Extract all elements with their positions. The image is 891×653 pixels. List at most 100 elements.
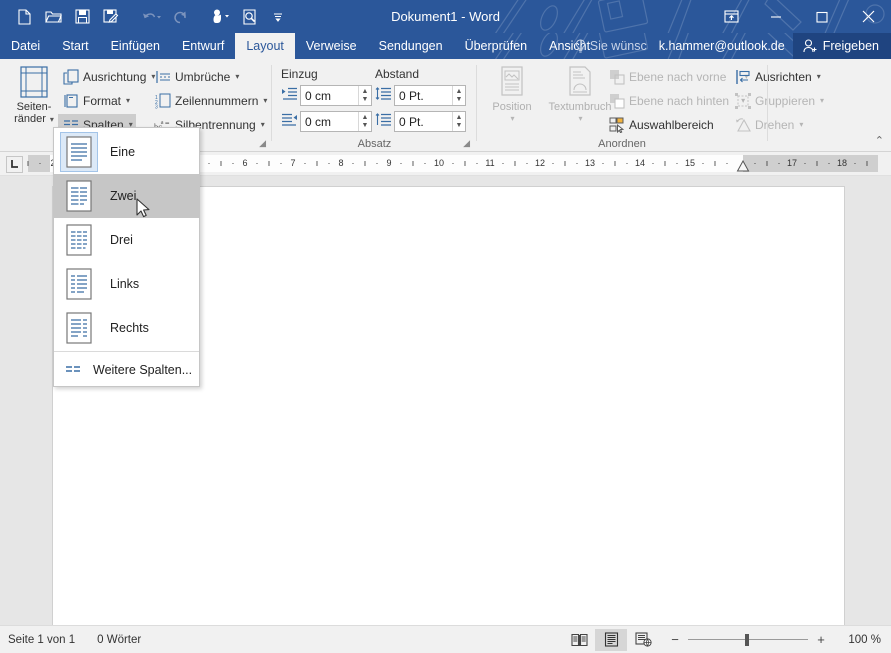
touch-mode-icon[interactable] xyxy=(206,4,234,30)
breaks-button[interactable]: Umbrüche ▾ xyxy=(150,66,243,87)
menu-item-drei[interactable]: Drei xyxy=(54,218,199,262)
columns-right-icon xyxy=(60,308,98,348)
chevron-down-icon: ▾ xyxy=(799,120,803,129)
columns-dropdown-menu[interactable]: Eine Zwei Drei Links Rechts xyxy=(53,127,200,387)
indent-right-icon xyxy=(281,113,298,130)
chevron-down-icon: ▾ xyxy=(126,96,130,105)
align-icon xyxy=(734,68,751,85)
tab-ueberpruefen[interactable]: Überprüfen xyxy=(454,33,539,59)
zoom-slider[interactable] xyxy=(688,634,808,646)
web-layout-view-button[interactable] xyxy=(627,629,659,651)
save-icon[interactable] xyxy=(68,4,96,30)
spacing-after-stepper[interactable]: ▲▼ xyxy=(452,112,465,131)
group-button[interactable]: Gruppieren ▾ xyxy=(730,90,828,111)
indent-left-icon xyxy=(281,87,298,104)
absatz-group-label: Absatz xyxy=(272,138,477,150)
spacing-after-icon xyxy=(375,113,392,130)
orientation-button[interactable]: Ausrichtung ▾ xyxy=(58,66,159,87)
chevron-down-icon: ▾ xyxy=(817,72,821,81)
indent-left-field[interactable]: 0 cm ▲▼ xyxy=(300,85,372,106)
window-controls[interactable] xyxy=(709,0,891,33)
more-columns-label: Weitere Spalten... xyxy=(93,363,192,377)
ribbon-tabs[interactable]: Datei Start Einfügen Entwurf Layout Verw… xyxy=(0,33,601,59)
menu-item-eine[interactable]: Eine xyxy=(54,130,199,174)
spacing-before-stepper[interactable]: ▲▼ xyxy=(452,86,465,105)
tell-me-box[interactable]: Sie wünsc xyxy=(575,39,651,53)
page-info-label[interactable]: Seite 1 von 1 xyxy=(8,634,75,646)
position-button[interactable]: Position ▾ xyxy=(484,64,540,136)
indent-left-stepper[interactable]: ▲▼ xyxy=(358,86,371,105)
indent-right-stepper[interactable]: ▲▼ xyxy=(358,112,371,131)
rotate-button[interactable]: Drehen ▾ xyxy=(730,114,807,135)
columns-three-icon xyxy=(60,220,98,260)
account-label[interactable]: k.hammer@outlook.de xyxy=(651,39,793,53)
menu-item-rechts[interactable]: Rechts xyxy=(54,306,199,350)
print-preview-icon[interactable] xyxy=(235,4,263,30)
share-button[interactable]: Freigeben xyxy=(793,33,891,59)
spacing-before-field[interactable]: 0 Pt. ▲▼ xyxy=(394,85,466,106)
share-label: Freigeben xyxy=(823,39,879,53)
menu-item-zwei[interactable]: Zwei xyxy=(54,174,199,218)
left-tab-stop-icon[interactable] xyxy=(6,156,23,173)
columns-left-icon xyxy=(60,264,98,304)
breaks-label: Umbrüche xyxy=(175,70,230,84)
open-folder-icon[interactable] xyxy=(39,4,67,30)
right-indent-marker-icon[interactable] xyxy=(736,160,750,172)
align-label: Ausrichten xyxy=(755,70,812,84)
menu-item-rechts-label: Rechts xyxy=(110,321,149,335)
send-backward-button[interactable]: Ebene nach hinten ▾ xyxy=(604,90,749,111)
selection-pane-button[interactable]: Auswahlbereich xyxy=(604,114,718,135)
line-numbers-button[interactable]: 123 Zeilennummern ▾ xyxy=(150,90,271,111)
minimize-button[interactable] xyxy=(753,0,799,33)
ribbon-display-options-icon[interactable] xyxy=(709,0,753,33)
seite-einrichten-dialog-launcher[interactable]: ◢ xyxy=(259,138,266,149)
group-divider-3 xyxy=(767,65,768,141)
zoom-in-button[interactable]: + xyxy=(815,632,827,647)
menu-item-weitere-spalten[interactable]: Weitere Spalten... xyxy=(54,353,199,386)
zoom-slider-thumb[interactable] xyxy=(745,634,749,646)
spacing-before-value: 0 Pt. xyxy=(395,89,452,103)
tab-layout[interactable]: Layout xyxy=(235,33,295,59)
zoom-level-label[interactable]: 100 % xyxy=(837,634,881,646)
tab-sendungen[interactable]: Sendungen xyxy=(368,33,454,59)
quick-access-toolbar[interactable] xyxy=(10,0,292,33)
zoom-control[interactable]: − + xyxy=(669,632,827,647)
status-left: Seite 1 von 1 0 Wörter xyxy=(0,634,141,646)
page-margins-button[interactable]: Seiten- ränder ▾ xyxy=(6,64,62,136)
tab-entwurf[interactable]: Entwurf xyxy=(171,33,235,59)
zoom-out-button[interactable]: − xyxy=(669,632,681,647)
tab-verweise[interactable]: Verweise xyxy=(295,33,368,59)
group-icon xyxy=(734,92,751,109)
tab-datei[interactable]: Datei xyxy=(0,33,51,59)
chevron-down-icon: ▾ xyxy=(820,96,824,105)
word-count-label[interactable]: 0 Wörter xyxy=(97,634,141,646)
customize-qat-icon[interactable] xyxy=(264,4,292,30)
align-button[interactable]: Ausrichten ▾ xyxy=(730,66,825,87)
svg-text:3: 3 xyxy=(155,104,158,109)
position-icon xyxy=(498,64,526,98)
absatz-dialog-launcher[interactable]: ◢ xyxy=(463,138,470,149)
tab-einfuegen[interactable]: Einfügen xyxy=(100,33,171,59)
read-mode-view-button[interactable] xyxy=(563,629,595,651)
bring-forward-icon xyxy=(608,68,625,85)
print-layout-view-button[interactable] xyxy=(595,629,627,651)
tell-me-label: Sie wünsc xyxy=(590,39,647,53)
tab-start[interactable]: Start xyxy=(51,33,99,59)
page-size-button[interactable]: Format ▾ xyxy=(58,90,134,111)
undo-icon[interactable] xyxy=(137,4,165,30)
status-bar: Seite 1 von 1 0 Wörter − + 100 % xyxy=(0,625,891,653)
save-edit-icon[interactable] xyxy=(97,4,125,30)
spacing-after-field[interactable]: 0 Pt. ▲▼ xyxy=(394,111,466,132)
columns-two-icon xyxy=(60,176,98,216)
menu-item-links[interactable]: Links xyxy=(54,262,199,306)
maximize-button[interactable] xyxy=(799,0,845,33)
redo-icon[interactable] xyxy=(166,4,194,30)
page-margins-label-2: ränder ▾ xyxy=(14,113,54,126)
orientation-icon xyxy=(62,68,79,85)
new-document-icon[interactable] xyxy=(10,4,38,30)
indent-right-field[interactable]: 0 cm ▲▼ xyxy=(300,111,372,132)
mouse-cursor xyxy=(136,198,152,220)
close-button[interactable] xyxy=(845,0,891,33)
abstand-header: Abstand xyxy=(375,67,419,81)
collapse-ribbon-icon[interactable]: ⌃ xyxy=(875,134,884,147)
